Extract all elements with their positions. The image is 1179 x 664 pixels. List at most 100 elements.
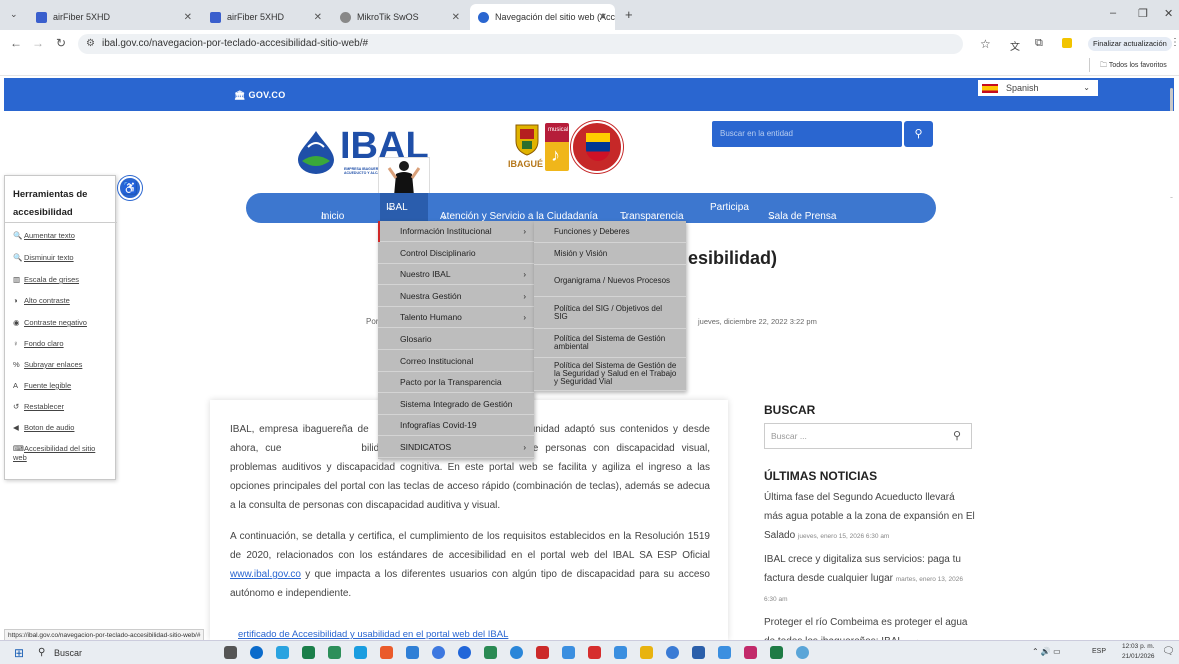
submenu-item-4[interactable]: Política del SIG / Objetivos del SIG bbox=[534, 297, 686, 329]
reload-icon[interactable]: ↻ bbox=[56, 36, 66, 50]
sidebar-search-input[interactable]: Buscar ... ⚲ bbox=[764, 423, 972, 449]
accessibility-item-1[interactable]: 🔍 Aumentar texto bbox=[13, 231, 109, 240]
dropdown-item-10[interactable]: Infografías Covid-19 bbox=[378, 415, 534, 437]
app-icon[interactable] bbox=[354, 646, 367, 659]
dropdown-item-9[interactable]: Sistema Integrado de Gestión bbox=[378, 394, 534, 415]
app-icon[interactable] bbox=[562, 646, 575, 659]
taskbar-time[interactable]: 12:03 p. m. bbox=[1122, 643, 1155, 650]
browser-tab-1[interactable]: airFiber 5XHD ✕ bbox=[28, 4, 200, 30]
input-language[interactable]: ESP bbox=[1092, 648, 1106, 655]
dropdown-item-2[interactable]: Control Disciplinario bbox=[378, 243, 534, 264]
accessibility-item-4[interactable]: ◑ Alto contraste bbox=[13, 296, 109, 305]
dropdown-item-3[interactable]: Nuestro IBAL › bbox=[378, 264, 534, 286]
app-icon[interactable] bbox=[536, 646, 549, 659]
update-browser-button[interactable]: Finalizar actualización bbox=[1088, 37, 1172, 51]
extensions-icon[interactable]: ⧉ bbox=[1035, 37, 1043, 50]
ibague-crest-logo bbox=[512, 121, 542, 157]
dropdown-item-11[interactable]: SINDICATOS › bbox=[378, 437, 534, 458]
system-tray-icons[interactable]: ⌃ 🔊 ▭ bbox=[1032, 647, 1061, 656]
ibal-site-link[interactable]: www.ibal.gov.co bbox=[230, 569, 301, 580]
windows-start-icon[interactable]: ⊞ bbox=[14, 646, 24, 660]
dropdown-item-1[interactable]: Información Institucional › bbox=[378, 221, 534, 242]
app-icon[interactable] bbox=[614, 646, 627, 659]
dropdown-item-5[interactable]: Talento Humano › bbox=[378, 307, 534, 329]
dropdown-item-4[interactable]: Nuestra Gestión › bbox=[378, 286, 534, 307]
browser-tab-2[interactable]: airFiber 5XHD ✕ bbox=[202, 4, 330, 30]
site-info-icon[interactable]: ⚙ bbox=[86, 34, 95, 54]
submenu-item-2[interactable]: Misión y Visión bbox=[534, 243, 686, 265]
browser-tab-active[interactable]: Navegación del sitio web (Acce ✕ bbox=[470, 4, 615, 30]
translate-icon[interactable]: 文 bbox=[1010, 38, 1020, 53]
profile-icon[interactable] bbox=[1062, 38, 1072, 48]
restore-icon[interactable]: ❐ bbox=[1138, 7, 1148, 20]
close-tab-icon[interactable]: ✕ bbox=[599, 12, 607, 23]
app-icon[interactable] bbox=[718, 646, 731, 659]
browser-tab-3[interactable]: MikroTik SwOS ✕ bbox=[332, 4, 468, 30]
taskbar-search[interactable]: ⚲ Buscar bbox=[36, 644, 196, 662]
all-bookmarks-folder[interactable]: 🗀 Todos los favoritos bbox=[1100, 61, 1167, 72]
new-tab-button[interactable]: + bbox=[625, 7, 633, 22]
file-explorer-icon[interactable] bbox=[640, 646, 653, 659]
bookmark-star-icon[interactable]: ☆ bbox=[980, 37, 991, 51]
forward-icon[interactable]: → bbox=[32, 36, 44, 50]
accessibility-item-9[interactable]: ↺ Restablecer bbox=[13, 402, 109, 411]
submenu-item-6[interactable]: Política del Sistema de Gestión de la Se… bbox=[534, 358, 686, 391]
taskbar-date[interactable]: 21/01/2026 bbox=[1122, 653, 1155, 660]
notifications-icon[interactable]: 🗨 bbox=[1162, 646, 1175, 657]
accessibility-item-3[interactable]: ▥ Escala de grises bbox=[13, 275, 109, 284]
close-tab-icon[interactable]: ✕ bbox=[184, 12, 192, 23]
excel-like-icon[interactable] bbox=[302, 646, 315, 659]
search-icon[interactable]: ⚲ bbox=[953, 424, 961, 448]
address-bar[interactable]: ⚙ ibal.gov.co/navegacion-por-teclado-acc… bbox=[78, 34, 963, 54]
chrome-icon[interactable] bbox=[432, 646, 445, 659]
browser-tab-bar: ⌄ airFiber 5XHD ✕ airFiber 5XHD ✕ MikroT… bbox=[0, 0, 1179, 30]
close-window-icon[interactable]: ✕ bbox=[1164, 7, 1173, 20]
sign-language-video[interactable] bbox=[378, 157, 430, 197]
tab-title: MikroTik SwOS bbox=[357, 12, 419, 22]
close-tab-icon[interactable]: ✕ bbox=[452, 12, 460, 23]
accessibility-item-10[interactable]: ◀ Boton de audio bbox=[13, 423, 109, 432]
language-select[interactable]: Spanish ⌄ bbox=[978, 80, 1098, 96]
govco-logo[interactable]: 🏛 GOV.CO bbox=[234, 90, 286, 101]
back-icon[interactable]: ← bbox=[10, 36, 22, 50]
app-icon[interactable] bbox=[666, 646, 679, 659]
app-icon[interactable] bbox=[744, 646, 757, 659]
app-icon[interactable] bbox=[692, 646, 705, 659]
vscode-icon[interactable] bbox=[406, 646, 419, 659]
certificate-link[interactable]: ertificado de Accesibilidad y usabilidad… bbox=[238, 629, 508, 640]
excel-icon[interactable] bbox=[770, 646, 783, 659]
site-search-input[interactable]: Buscar en la entidad bbox=[712, 121, 902, 147]
accessibility-toggle-button[interactable]: ♿ bbox=[118, 176, 142, 200]
accessibility-item-6[interactable]: ♀ Fondo claro bbox=[13, 339, 109, 348]
tab-list-chevron-icon[interactable]: ⌄ bbox=[10, 9, 18, 20]
app-icon[interactable] bbox=[328, 646, 341, 659]
app-icon[interactable] bbox=[510, 646, 523, 659]
accessibility-item-2[interactable]: 🔍 Disminuir texto bbox=[13, 253, 109, 262]
accessibility-item-7[interactable]: % Subrayar enlaces bbox=[13, 360, 109, 369]
app-icon[interactable] bbox=[588, 646, 601, 659]
dropdown-item-8[interactable]: Pacto por la Transparencia bbox=[378, 372, 534, 394]
site-search-button[interactable]: ⚲ bbox=[904, 121, 933, 147]
app-icon[interactable] bbox=[458, 646, 471, 659]
nav-participa[interactable]: Participa bbox=[710, 202, 749, 213]
submenu-item-5[interactable]: Política del Sistema de Gestión ambienta… bbox=[534, 329, 686, 358]
minimize-icon[interactable]: – bbox=[1110, 7, 1116, 19]
news-item[interactable]: Última fase del Segundo Acueducto llevar… bbox=[764, 488, 976, 546]
close-tab-icon[interactable]: ✕ bbox=[314, 12, 322, 23]
submenu-item-1[interactable]: Funciones y Deberes bbox=[534, 221, 686, 243]
accessibility-item-5[interactable]: ◉ Contraste negativo bbox=[13, 318, 109, 327]
dropdown-item-6[interactable]: Glosario bbox=[378, 329, 534, 350]
menu-icon[interactable]: ⋮ bbox=[1170, 37, 1179, 48]
nav-ibal[interactable]: IBAL ⌄ bbox=[380, 193, 428, 223]
app-icon[interactable] bbox=[796, 646, 809, 659]
app-icon[interactable] bbox=[380, 646, 393, 659]
accessibility-item-11[interactable]: ⌨Accesibilidad del sitio web bbox=[13, 444, 109, 462]
submenu-item-3[interactable]: Organigrama / Nuevos Procesos bbox=[534, 265, 686, 297]
news-item[interactable]: IBAL crece y digitaliza sus servicios: p… bbox=[764, 550, 976, 609]
accessibility-item-8[interactable]: A Fuente legible bbox=[13, 381, 109, 390]
app-icon[interactable] bbox=[484, 646, 497, 659]
edge-icon[interactable] bbox=[250, 646, 263, 659]
dropdown-item-7[interactable]: Correo Institucional bbox=[378, 351, 534, 372]
store-icon[interactable] bbox=[276, 646, 289, 659]
task-view-icon[interactable] bbox=[224, 646, 237, 659]
